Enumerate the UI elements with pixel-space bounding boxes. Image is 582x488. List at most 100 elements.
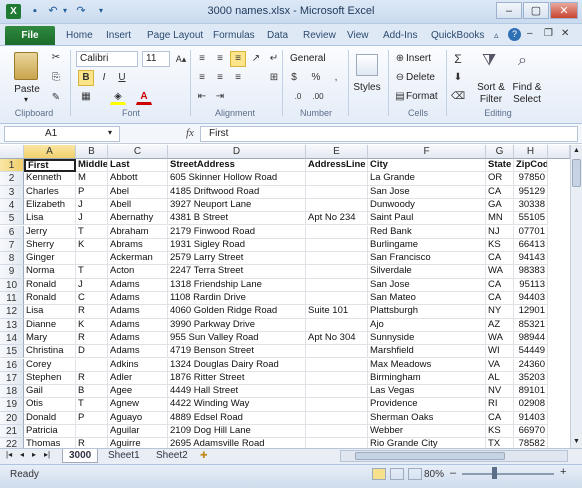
row-header[interactable]: 3 bbox=[0, 185, 24, 199]
align-top-icon[interactable]: ≡ bbox=[194, 51, 210, 67]
table-cell[interactable]: 4381 B Street bbox=[168, 212, 306, 226]
table-cell[interactable]: Marshfield bbox=[368, 345, 486, 359]
vertical-scrollbar[interactable]: ▲ ▼ bbox=[570, 145, 582, 448]
insert-cells-button[interactable]: Insert bbox=[406, 51, 431, 67]
paste-icon[interactable] bbox=[14, 52, 38, 80]
column-header-a[interactable]: A bbox=[24, 145, 76, 159]
sort-filter-button-line2[interactable]: Filter bbox=[474, 92, 508, 108]
table-cell[interactable]: Ginger bbox=[24, 252, 76, 266]
copy-icon[interactable]: ⎘ bbox=[48, 70, 64, 86]
header-cell[interactable]: First bbox=[24, 159, 76, 173]
table-cell[interactable] bbox=[306, 292, 368, 306]
table-cell[interactable]: 95129 bbox=[514, 185, 548, 199]
table-cell[interactable]: 91403 bbox=[514, 411, 548, 425]
table-cell[interactable]: Aguayo bbox=[108, 411, 168, 425]
table-cell[interactable] bbox=[306, 425, 368, 439]
table-cell[interactable]: 605 Skinner Hollow Road bbox=[168, 172, 306, 186]
table-cell[interactable]: 2179 Finwood Road bbox=[168, 225, 306, 239]
align-right-icon[interactable]: ≡ bbox=[230, 70, 246, 86]
table-cell[interactable]: San Jose bbox=[368, 278, 486, 292]
align-left-icon[interactable]: ≡ bbox=[194, 70, 210, 86]
table-cell[interactable]: 4422 Winding Way bbox=[168, 398, 306, 412]
font-size-combo[interactable]: 11 bbox=[142, 51, 170, 67]
header-cell[interactable]: ZipCode bbox=[514, 159, 548, 173]
select-all-corner[interactable] bbox=[0, 145, 24, 159]
table-cell[interactable] bbox=[306, 318, 368, 332]
borders-icon[interactable]: ▦ bbox=[78, 89, 94, 105]
table-cell[interactable]: Abrams bbox=[108, 238, 168, 253]
table-cell[interactable]: NV bbox=[486, 385, 514, 399]
column-header-b[interactable]: B bbox=[76, 145, 108, 159]
table-cell[interactable] bbox=[306, 411, 368, 425]
table-cell[interactable]: 02908 bbox=[514, 398, 548, 412]
row-header[interactable]: 17 bbox=[0, 371, 24, 386]
table-cell[interactable]: KS bbox=[486, 238, 514, 253]
row-header[interactable]: 19 bbox=[0, 398, 24, 412]
table-cell[interactable]: Ronald bbox=[24, 292, 76, 306]
table-cell[interactable]: NJ bbox=[486, 225, 514, 239]
column-header-e[interactable]: E bbox=[306, 145, 368, 159]
table-cell[interactable]: 55105 bbox=[514, 212, 548, 226]
table-cell[interactable]: Aguilar bbox=[108, 425, 168, 439]
table-cell[interactable] bbox=[306, 185, 368, 199]
table-cell[interactable]: 2247 Terra Street bbox=[168, 265, 306, 279]
table-cell[interactable]: TX bbox=[486, 438, 514, 448]
table-cell[interactable] bbox=[306, 252, 368, 266]
table-cell[interactable]: Lisa bbox=[24, 212, 76, 226]
table-cell[interactable] bbox=[306, 278, 368, 292]
table-cell[interactable]: 1876 Ritter Street bbox=[168, 371, 306, 386]
insert-function-icon[interactable]: fx bbox=[186, 127, 194, 139]
table-cell[interactable]: 2695 Adamsville Road bbox=[168, 438, 306, 448]
table-cell[interactable]: Kenneth bbox=[24, 172, 76, 186]
table-cell[interactable] bbox=[306, 225, 368, 239]
table-cell[interactable]: R bbox=[76, 305, 108, 319]
table-cell[interactable]: Abel bbox=[108, 185, 168, 199]
table-cell[interactable]: San Mateo bbox=[368, 292, 486, 306]
table-cell[interactable]: Sunnyside bbox=[368, 331, 486, 346]
table-cell[interactable]: CA bbox=[486, 278, 514, 292]
header-cell[interactable]: Last bbox=[108, 159, 168, 173]
find-select-button-line2[interactable]: Select bbox=[510, 92, 544, 108]
tab-review[interactable]: Review bbox=[303, 30, 336, 41]
number-format-combo[interactable]: General bbox=[286, 51, 344, 67]
table-cell[interactable]: Donald bbox=[24, 411, 76, 425]
table-cell[interactable]: Ackerman bbox=[108, 252, 168, 266]
table-cell[interactable]: R bbox=[76, 331, 108, 346]
table-cell[interactable]: AL bbox=[486, 371, 514, 386]
table-cell[interactable]: Patricia bbox=[24, 425, 76, 439]
table-cell[interactable]: M bbox=[76, 172, 108, 186]
table-cell[interactable]: Adams bbox=[108, 331, 168, 346]
font-color-icon[interactable]: A bbox=[136, 89, 152, 105]
table-cell[interactable]: 07701 bbox=[514, 225, 548, 239]
row-header[interactable]: 9 bbox=[0, 265, 24, 279]
hscroll-thumb[interactable] bbox=[355, 452, 505, 460]
table-cell[interactable]: J bbox=[76, 212, 108, 226]
horizontal-scrollbar[interactable] bbox=[340, 450, 568, 462]
table-cell[interactable]: Ajo bbox=[368, 318, 486, 332]
merge-center-icon[interactable]: ⊞ bbox=[266, 70, 282, 86]
table-cell[interactable]: Ronald bbox=[24, 278, 76, 292]
header-cell[interactable]: State bbox=[486, 159, 514, 173]
workbook-close-icon[interactable]: ✕ bbox=[561, 28, 569, 39]
tab-data[interactable]: Data bbox=[267, 30, 288, 41]
styles-button[interactable]: Styles bbox=[350, 80, 384, 96]
table-cell[interactable]: 1108 Rardin Drive bbox=[168, 292, 306, 306]
table-cell[interactable] bbox=[306, 238, 368, 253]
page-layout-view-icon[interactable] bbox=[390, 468, 404, 480]
table-cell[interactable]: Saint Paul bbox=[368, 212, 486, 226]
header-cell[interactable]: City bbox=[368, 159, 486, 173]
table-cell[interactable]: 30338 bbox=[514, 198, 548, 213]
table-cell[interactable]: CA bbox=[486, 292, 514, 306]
table-cell[interactable]: 1324 Douglas Dairy Road bbox=[168, 358, 306, 372]
table-cell[interactable]: Webber bbox=[368, 425, 486, 439]
table-cell[interactable]: P bbox=[76, 185, 108, 199]
table-cell[interactable]: 35203 bbox=[514, 371, 548, 386]
spreadsheet-grid[interactable]: A B C D E F G H 1 First Middle Last StreetAddress Add… bbox=[0, 145, 570, 448]
orientation-icon[interactable]: ↗ bbox=[248, 51, 264, 67]
table-cell[interactable]: Jerry bbox=[24, 225, 76, 239]
table-cell[interactable]: Abernathy bbox=[108, 212, 168, 226]
table-cell[interactable]: 3990 Parkway Drive bbox=[168, 318, 306, 332]
normal-view-icon[interactable] bbox=[372, 468, 386, 480]
table-cell[interactable] bbox=[76, 252, 108, 266]
table-cell[interactable]: T bbox=[76, 265, 108, 279]
